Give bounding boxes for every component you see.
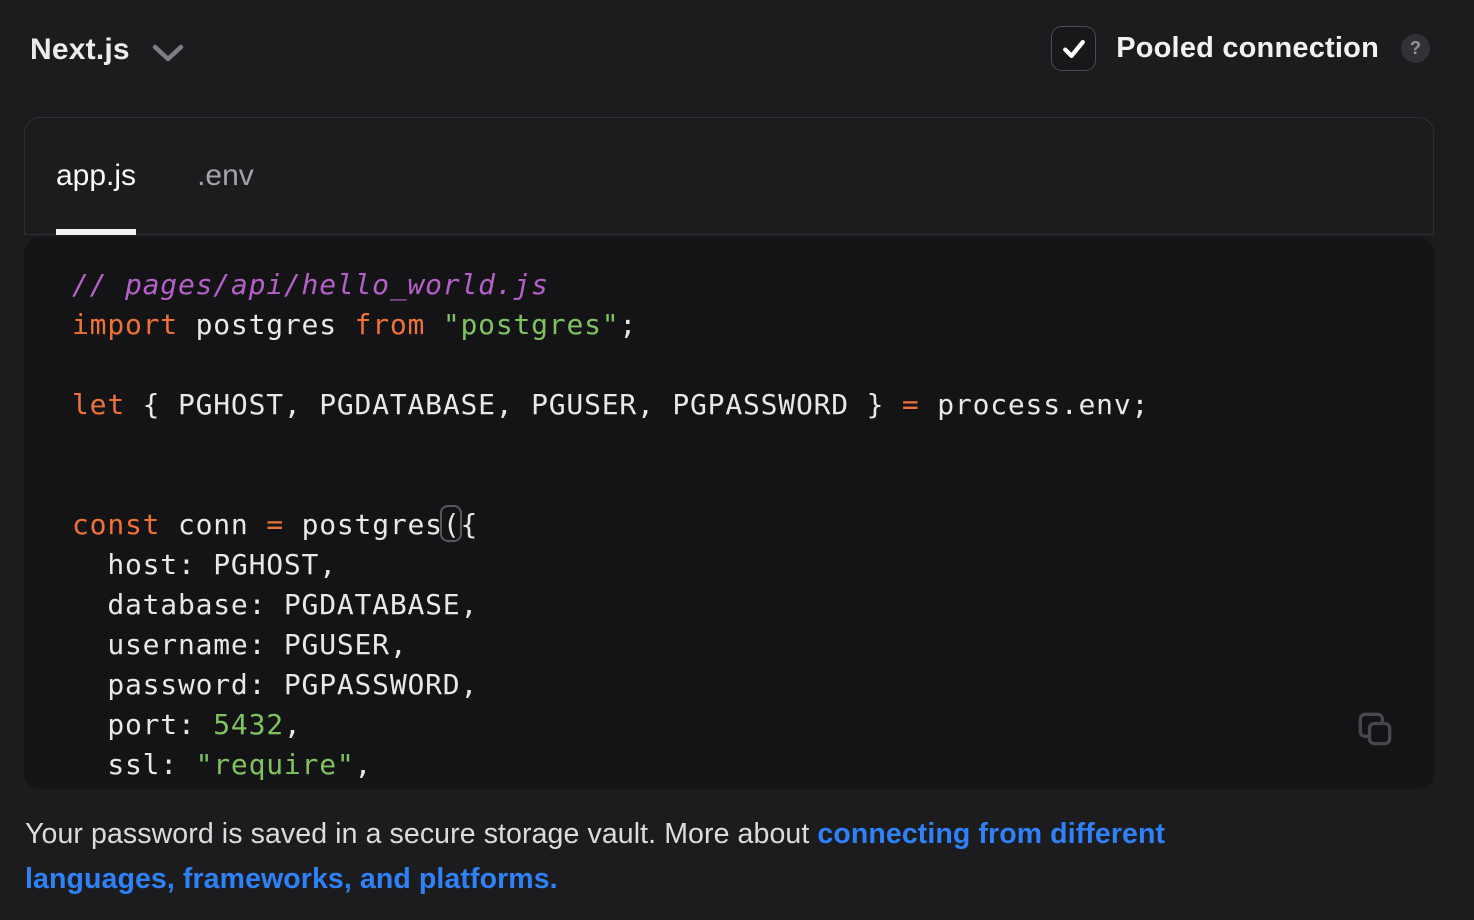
pooled-connection-control: Pooled connection ? [1051,26,1430,71]
code-line: ssl: "require", [72,745,1434,785]
copy-code-button[interactable] [1353,707,1397,751]
code-token-plain: , [284,708,302,741]
code-token-plain: conn [160,508,266,541]
code-token-string: "require" [196,748,355,781]
chevron-down-icon [152,43,184,63]
code-line: let { PGHOST, PGDATABASE, PGUSER, PGPASS… [72,385,1434,425]
code-line: password: PGPASSWORD, [72,665,1434,705]
code-line: database: PGDATABASE, [72,585,1434,625]
code-token-keyword: from [355,308,426,341]
framework-selector-value: Next.js [30,33,130,67]
code-token-comment: // pages/api/hello_world.js [72,268,549,301]
framework-selector[interactable]: Next.js [30,33,184,67]
vault-note-text: Your password is saved in a secure stora… [25,818,817,850]
code-token-plain: process.env; [920,388,1150,421]
checkmark-icon [1059,34,1089,64]
code-token-keyword: const [72,508,160,541]
code-token-number: 5432 [213,708,284,741]
code-token-bracket: ( [443,508,461,541]
code-token-keyword: import [72,308,178,341]
code-line: username: PGUSER, [72,625,1434,665]
code-token-string: "postgres" [443,308,620,341]
code-line [72,465,1434,505]
code-token-plain [425,308,443,341]
code-line: port: 5432, [72,705,1434,745]
pooled-connection-checkbox[interactable] [1051,26,1096,71]
code-line: import postgres from "postgres"; [72,305,1434,345]
topbar: Next.js Pooled connection ? [0,0,1474,104]
code-line: const conn = postgres({ [72,505,1434,545]
code-editor: // pages/api/hello_world.jsimport postgr… [24,237,1434,789]
code-token-plain: postgres [178,308,355,341]
code-token-plain: ; [619,308,637,341]
tab-app-js[interactable]: app.js [56,118,136,234]
tab-env[interactable]: .env [197,118,254,234]
code-token-plain: port: [72,708,213,741]
code-token-plain: username: PGUSER, [72,628,408,661]
code-line [72,345,1434,385]
code-token-plain: password: PGPASSWORD, [72,668,478,701]
help-icon[interactable]: ? [1401,34,1430,63]
code-token-plain: host: PGHOST, [72,548,337,581]
tab-bar: app.js .env [24,117,1434,235]
code-token-keyword: let [72,388,125,421]
code-lines: // pages/api/hello_world.jsimport postgr… [72,265,1434,785]
password-vault-note: Your password is saved in a secure stora… [25,812,1321,902]
pooled-connection-label: Pooled connection [1116,32,1379,65]
code-token-plain: database: PGDATABASE, [72,588,478,621]
code-token-operator: = [266,508,284,541]
copy-icon [1353,707,1397,751]
code-token-operator: = [902,388,920,421]
code-token-plain: { PGHOST, PGDATABASE, PGUSER, PGPASSWORD… [125,388,902,421]
code-line: // pages/api/hello_world.js [72,265,1434,305]
code-token-plain: { [461,508,479,541]
connection-snippet-card: app.js .env // pages/api/hello_world.jsim… [24,117,1434,789]
code-line: host: PGHOST, [72,545,1434,585]
code-token-plain: , [355,748,373,781]
code-token-plain: ssl: [72,748,196,781]
code-line [72,425,1434,465]
code-token-plain: postgres [284,508,443,541]
